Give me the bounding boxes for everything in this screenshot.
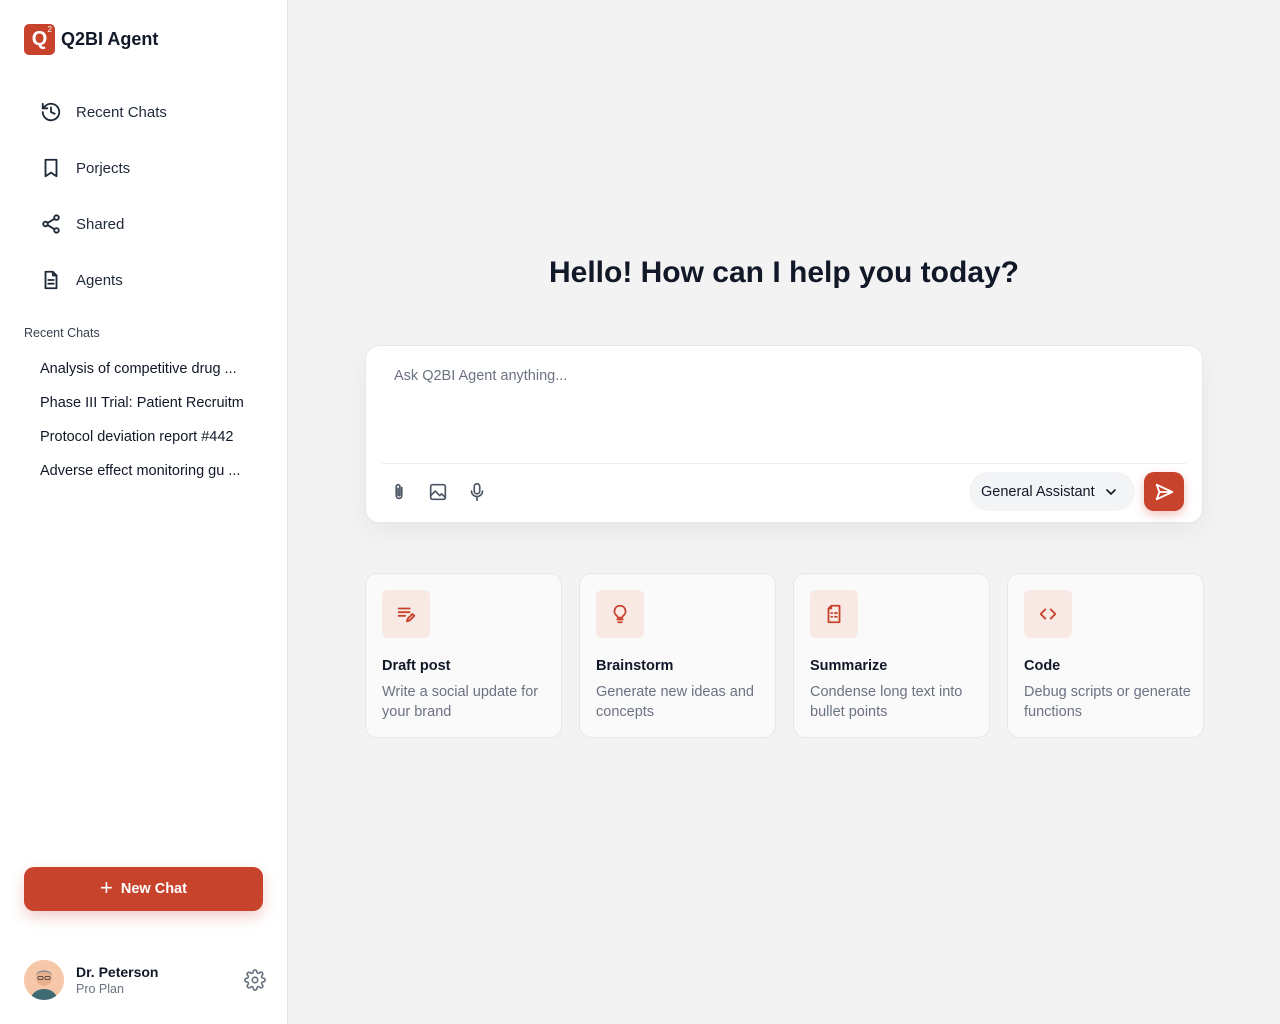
card-title: Draft post — [382, 658, 451, 674]
card-draft-post[interactable]: Draft post Write a social update for you… — [365, 573, 562, 738]
card-code[interactable]: Code Debug scripts or generate functions — [1007, 573, 1204, 738]
share-icon — [42, 214, 60, 234]
paperclip-icon[interactable] — [388, 481, 410, 503]
user-name: Dr. Peterson — [76, 964, 159, 980]
nav-item-shared[interactable]: Shared — [24, 196, 264, 252]
chat-composer: General Assistant — [365, 345, 1203, 523]
chevron-down-icon — [1105, 488, 1116, 495]
sidebar: Q 2 Q2BI Agent Recent Chats Porjects Sha… — [0, 0, 288, 1024]
new-chat-button[interactable]: + New Chat — [24, 867, 263, 911]
greeting-heading: Hello! How can I help you today? — [548, 256, 1020, 289]
send-button[interactable] — [1144, 472, 1184, 511]
sidebar-nav: Recent Chats Porjects Shared Agents — [24, 84, 264, 308]
logo-icon: Q 2 — [24, 24, 55, 55]
card-title: Code — [1024, 658, 1061, 674]
file-text-icon — [810, 590, 858, 638]
edit-list-icon — [382, 590, 430, 638]
send-icon — [1155, 483, 1174, 500]
bookmark-icon — [44, 158, 58, 178]
nav-item-agents[interactable]: Agents — [24, 252, 264, 308]
card-brainstorm[interactable]: Brainstorm Generate new ideas and concep… — [579, 573, 776, 738]
document-icon — [44, 270, 58, 290]
nav-item-label: Recent Chats — [76, 103, 167, 121]
recent-chat-item[interactable]: Protocol deviation report #442 — [40, 420, 250, 454]
composer-divider — [382, 463, 1186, 464]
model-selector[interactable]: General Assistant — [969, 472, 1135, 511]
nav-item-label: Agents — [76, 271, 123, 289]
recent-chat-item[interactable]: Analysis of competitive drug ... — [40, 352, 250, 386]
nav-item-recent-chats[interactable]: Recent Chats — [24, 84, 264, 140]
nav-item-label: Shared — [76, 215, 125, 233]
app-name: Q2BI Agent — [61, 29, 159, 49]
recent-chat-item[interactable]: Adverse effect monitoring gu ... — [40, 454, 250, 488]
history-icon — [41, 102, 61, 122]
user-plan: Pro Plan — [76, 982, 124, 996]
gear-icon[interactable] — [244, 969, 266, 991]
code-icon — [1024, 590, 1072, 638]
avatar[interactable] — [24, 960, 64, 1000]
brand[interactable]: Q 2 Q2BI Agent — [24, 24, 158, 55]
main-panel: Hello! How can I help you today? General… — [288, 0, 1280, 1024]
card-description: Write a social update for your brand — [382, 684, 539, 720]
plus-icon: + — [100, 875, 113, 900]
recent-chat-item[interactable]: Phase III Trial: Patient Recruitm — [40, 386, 250, 420]
card-summarize[interactable]: Summarize Condense long text into bullet… — [793, 573, 990, 738]
model-selector-label: General Assistant — [981, 483, 1095, 500]
image-icon[interactable] — [427, 481, 449, 503]
nav-item-label: Porjects — [76, 159, 131, 177]
recent-chats-heading: Recent Chats — [24, 326, 100, 340]
prompt-input[interactable] — [394, 368, 1174, 458]
microphone-icon[interactable] — [466, 481, 488, 503]
new-chat-label: New Chat — [120, 881, 187, 897]
nav-item-projects[interactable]: Porjects — [24, 140, 264, 196]
card-description: Generate new ideas and concepts — [596, 684, 754, 720]
lightbulb-icon — [596, 590, 644, 638]
user-profile: Dr. Peterson Pro Plan — [24, 960, 266, 1000]
recent-chats-list: Analysis of competitive drug ... Phase I… — [40, 352, 250, 488]
card-description: Condense long text into bullet points — [810, 684, 963, 720]
card-description: Debug scripts or generate functions — [1024, 684, 1191, 720]
suggestion-cards: Draft post Write a social update for you… — [365, 573, 1204, 738]
card-title: Summarize — [810, 658, 888, 674]
card-title: Brainstorm — [596, 658, 674, 674]
